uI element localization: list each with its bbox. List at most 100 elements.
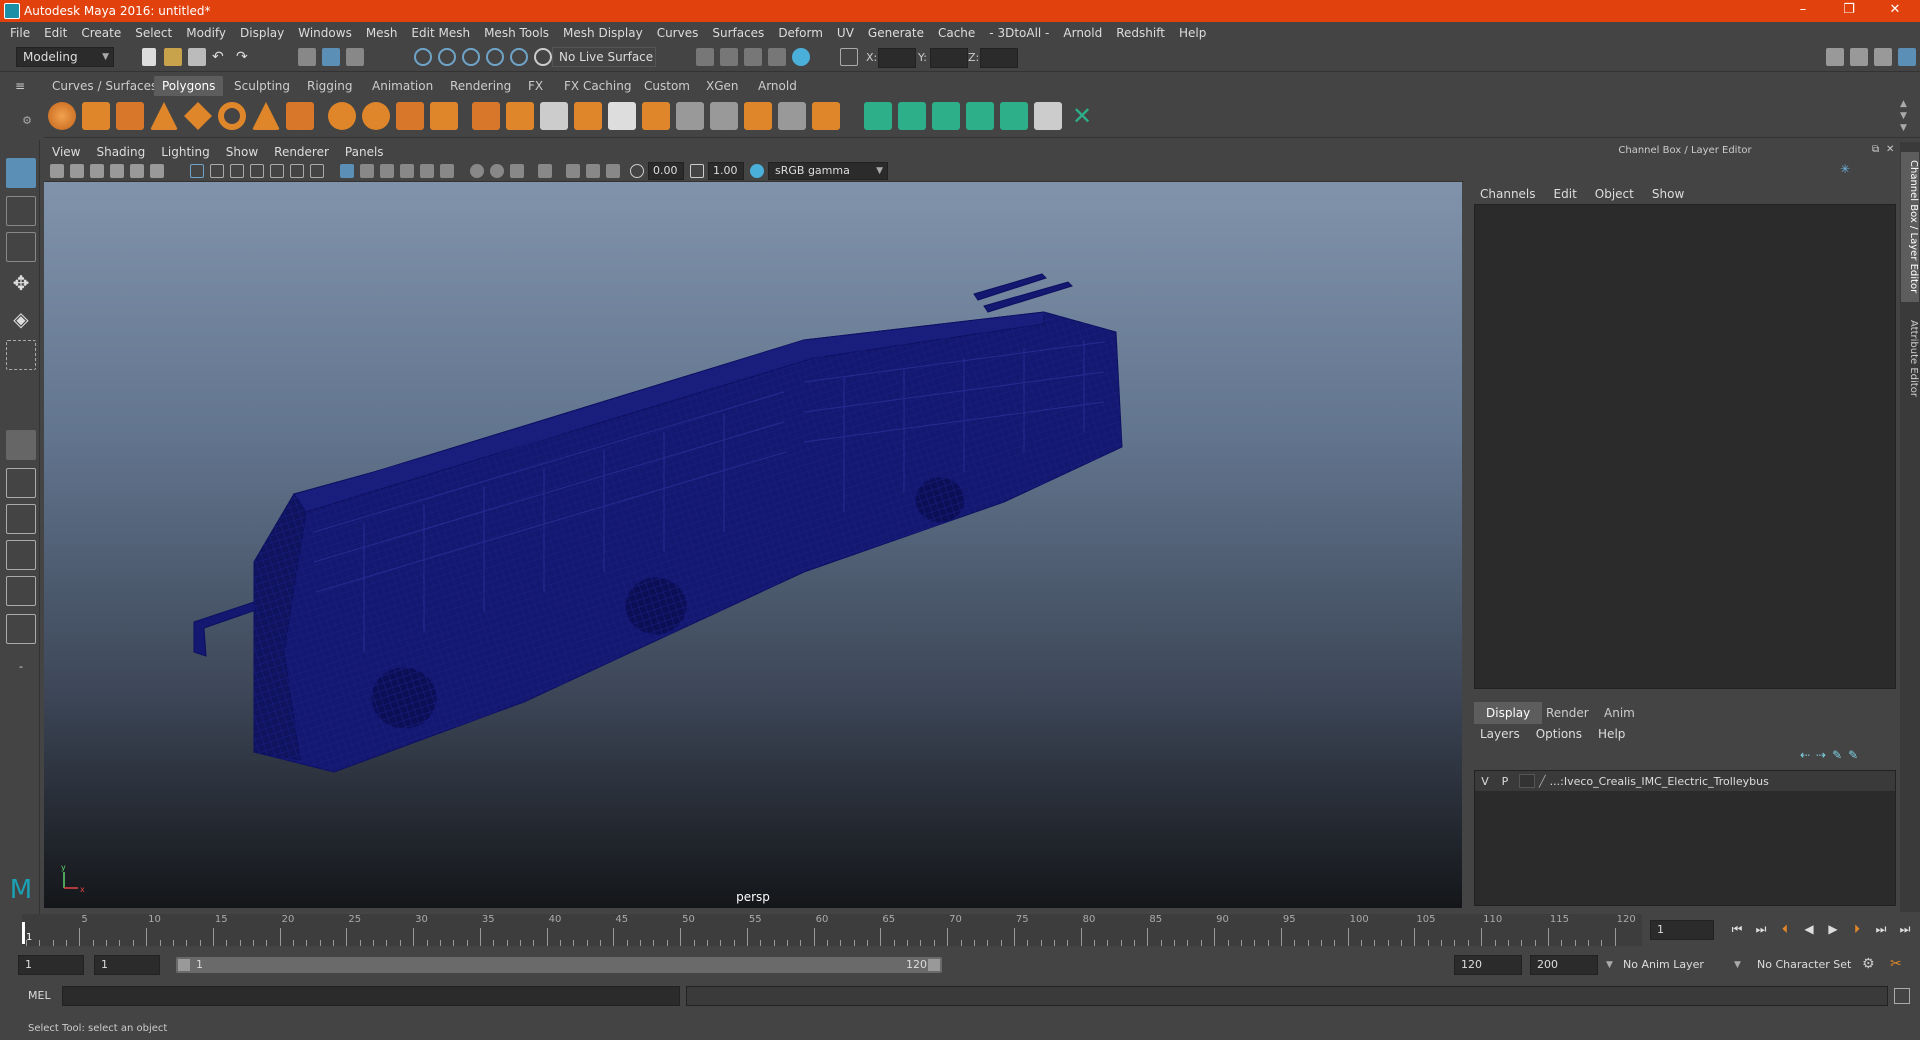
uv-cut-icon[interactable] (1000, 102, 1028, 130)
menu-generate[interactable]: Generate (862, 26, 932, 40)
step-forward-frame-icon[interactable]: ⏵ (1850, 922, 1864, 936)
uv-symmetry-icon[interactable]: ✕ (1068, 102, 1096, 130)
render-settings-icon[interactable] (744, 48, 762, 66)
ambient-occlusion-icon[interactable] (470, 164, 484, 178)
xray-active-icon[interactable] (586, 164, 600, 178)
shelf-tab-arnold[interactable]: Arnold (750, 76, 805, 96)
go-to-start-icon[interactable]: ⏮ (1730, 922, 1744, 936)
shelf-scroll-arrows-icon[interactable]: ▲ ▼ ▼ (1900, 98, 1907, 134)
render-current-frame-icon[interactable] (696, 48, 714, 66)
persp-outliner-layout-icon[interactable] (6, 576, 36, 606)
select-object-icon[interactable] (322, 48, 340, 66)
four-view-layout-icon[interactable] (6, 468, 36, 498)
poly-cone-icon[interactable] (150, 102, 178, 130)
poly-pyramid-icon[interactable] (252, 102, 280, 130)
close-panel-icon[interactable]: ✕ (1886, 144, 1894, 155)
rotate-tool-icon[interactable]: ◈ (6, 304, 36, 334)
undo-icon[interactable]: ↶ (212, 48, 230, 66)
bookmark-icon[interactable] (90, 164, 104, 178)
snap-live-surface-icon[interactable] (510, 48, 528, 66)
step-forward-key-icon[interactable]: ⏭ (1874, 922, 1888, 936)
go-to-end-icon[interactable]: ⏭ (1898, 922, 1912, 936)
shelf-menu-icon[interactable]: ≡ (10, 76, 30, 96)
animation-preferences-icon[interactable]: ✂ (1890, 956, 1902, 972)
layer-row[interactable]: V P ╱ ...:Iveco_Crealis_IMC_Electric_Tro… (1475, 771, 1895, 791)
layers-menu[interactable]: Layers (1470, 727, 1526, 741)
menu-edit[interactable]: Edit (38, 26, 75, 40)
separate-icon[interactable] (362, 102, 390, 130)
snap-curve-icon[interactable] (438, 48, 456, 66)
gate-mask-icon[interactable] (250, 164, 264, 178)
auto-key-icon[interactable]: ⚙ (1862, 956, 1875, 972)
toggle-attribute-editor-icon[interactable] (1850, 48, 1868, 66)
side-tab-attribute-editor[interactable]: Attribute Editor (1901, 308, 1919, 408)
menu-mesh-tools[interactable]: Mesh Tools (478, 26, 557, 40)
persp-graph-layout-icon[interactable] (6, 540, 36, 570)
range-bar[interactable]: 1 120 (176, 957, 942, 973)
channels-menu[interactable]: Channels (1470, 187, 1544, 201)
isolate-select-icon[interactable] (538, 164, 552, 178)
shadows-icon[interactable] (440, 164, 454, 178)
uv-sew-icon[interactable] (966, 102, 994, 130)
poly-cube-icon[interactable] (82, 102, 110, 130)
paint-select-tool-icon[interactable] (6, 232, 36, 262)
textured-icon[interactable] (400, 164, 414, 178)
motion-blur-icon[interactable] (490, 164, 504, 178)
menu-mesh-display[interactable]: Mesh Display (557, 26, 651, 40)
uv-checker-icon[interactable] (1034, 102, 1062, 130)
history-icon[interactable] (534, 48, 552, 66)
viewport-menu-lighting[interactable]: Lighting (153, 145, 218, 159)
bridge-icon[interactable] (506, 102, 534, 130)
character-set-dropdown[interactable]: No Character Set (1750, 955, 1878, 975)
viewport-menu-renderer[interactable]: Renderer (266, 145, 337, 159)
poly-cylinder-icon[interactable] (116, 102, 144, 130)
wireframe-on-shaded-icon[interactable] (380, 164, 394, 178)
animation-start-field[interactable]: 1 (18, 955, 84, 975)
shelf-tab-rigging[interactable]: Rigging (299, 76, 360, 96)
menu-surfaces[interactable]: Surfaces (706, 26, 772, 40)
live-surface-field[interactable]: No Live Surface (552, 47, 656, 67)
channel-box-body[interactable] (1474, 204, 1896, 689)
play-forwards-icon[interactable]: ▶ (1826, 922, 1840, 936)
select-hierarchy-icon[interactable] (298, 48, 316, 66)
select-component-icon[interactable] (346, 48, 364, 66)
shelf-tab-custom[interactable]: Custom (636, 76, 698, 96)
color-management-icon[interactable] (750, 164, 764, 178)
grease-pencil-icon[interactable] (150, 164, 164, 178)
layer-playback-toggle[interactable]: P (1495, 775, 1515, 788)
safe-action-icon[interactable] (290, 164, 304, 178)
menu-deform[interactable]: Deform (772, 26, 831, 40)
boolean-icon[interactable] (812, 102, 840, 130)
shelf-tab-fx-caching[interactable]: FX Caching (556, 76, 639, 96)
step-back-frame-icon[interactable]: ⏴ (1778, 922, 1792, 936)
open-scene-icon[interactable] (164, 48, 182, 66)
command-input[interactable] (62, 986, 680, 1006)
2d-pan-zoom-icon[interactable] (130, 164, 144, 178)
extract-icon[interactable] (396, 102, 424, 130)
multi-cut-icon[interactable] (540, 102, 568, 130)
viewport-menu-show[interactable]: Show (218, 145, 266, 159)
toggle-modeling-toolkit-icon[interactable] (1826, 48, 1844, 66)
menu-redshift[interactable]: Redshift (1110, 26, 1173, 40)
menu-display[interactable]: Display (234, 26, 292, 40)
trolleybus-wireframe-model[interactable]: y x (44, 182, 1462, 908)
gamma-field[interactable]: 1.00 (708, 162, 744, 180)
float-panel-icon[interactable]: ⧉ (1872, 144, 1879, 155)
smooth-icon[interactable] (430, 102, 458, 130)
menu-3dtoall[interactable]: - 3DtoAll - (983, 26, 1057, 40)
animation-end-field[interactable]: 200 (1530, 955, 1598, 975)
cb-object-menu[interactable]: Object (1585, 187, 1642, 201)
bevel-icon[interactable] (574, 102, 602, 130)
viewport-menu-view[interactable]: View (44, 145, 88, 159)
menu-help[interactable]: Help (1173, 26, 1214, 40)
layer-help-menu[interactable]: Help (1588, 727, 1631, 741)
xray-joints-icon[interactable] (606, 164, 620, 178)
viewport-menu-shading[interactable]: Shading (88, 145, 153, 159)
resolution-gate-icon[interactable] (230, 164, 244, 178)
toggle-tool-settings-icon[interactable] (1874, 48, 1892, 66)
automatic-mapping-icon[interactable] (778, 102, 806, 130)
options-menu[interactable]: Options (1526, 727, 1588, 741)
current-frame-field[interactable]: 1 (1650, 920, 1714, 940)
uv-unfold-icon[interactable] (898, 102, 926, 130)
single-perspective-layout-icon[interactable] (6, 430, 36, 460)
